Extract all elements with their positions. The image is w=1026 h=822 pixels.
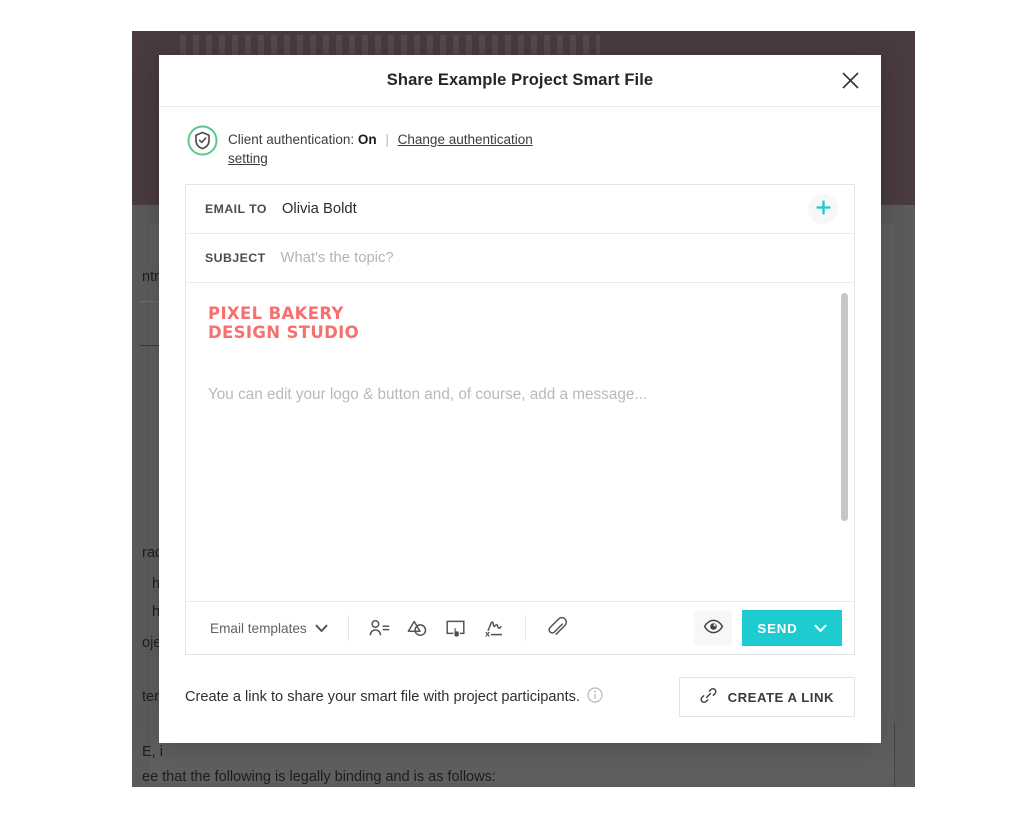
send-button-label: SEND xyxy=(757,620,798,636)
background-panel-divider xyxy=(894,723,895,787)
message-editor-content: PIXEL BAKERY DESIGN STUDIO You can edit … xyxy=(186,283,854,405)
contact-list-icon[interactable] xyxy=(361,611,399,645)
background-doc-line: E, i xyxy=(142,744,163,760)
modal-header: Share Example Project Smart File xyxy=(159,55,881,107)
send-button[interactable]: SEND xyxy=(742,610,842,646)
email-logo-line-2: DESIGN STUDIO xyxy=(208,322,360,342)
chevron-down-icon xyxy=(315,621,328,636)
email-to-row[interactable]: EMAIL TO Olivia Boldt xyxy=(186,185,854,234)
auth-label: Client authentication: xyxy=(228,132,355,147)
message-scrollbar-thumb[interactable] xyxy=(841,293,848,521)
share-smart-file-modal: Share Example Project Smart File Client … xyxy=(159,55,881,743)
auth-separator: | xyxy=(385,132,389,147)
email-logo-line-1: PIXEL BAKERY xyxy=(208,304,344,323)
email-logo[interactable]: PIXEL BAKERY DESIGN STUDIO xyxy=(208,304,830,342)
eye-icon xyxy=(703,616,724,640)
auth-status: On xyxy=(357,132,377,147)
email-templates-label: Email templates xyxy=(210,620,307,636)
background-doc-line: ee that the following is legally binding… xyxy=(142,769,496,785)
toolbar-divider xyxy=(347,615,349,641)
chevron-down-icon xyxy=(814,621,827,636)
subject-input[interactable]: What's the topic? xyxy=(281,250,838,266)
modal-body: Client authentication: On | Change authe… xyxy=(159,107,881,655)
info-icon[interactable] xyxy=(587,687,603,707)
create-a-link-button[interactable]: CREATE A LINK xyxy=(678,677,855,717)
link-chain-icon xyxy=(700,687,717,707)
subject-label: SUBJECT xyxy=(205,251,266,265)
attachment-paperclip-icon[interactable] xyxy=(538,611,576,645)
close-button[interactable] xyxy=(833,64,867,98)
shield-check-icon xyxy=(187,125,218,156)
preview-button[interactable] xyxy=(694,611,732,645)
approval-stamp-icon[interactable] xyxy=(437,611,475,645)
message-scrollbar[interactable] xyxy=(841,293,848,591)
screen: ntra rac he he oje ter E, i ee that the … xyxy=(0,0,1026,822)
background-top-band-texture xyxy=(180,35,600,57)
email-to-label: EMAIL TO xyxy=(205,202,267,216)
compose-toolbar: Email templates x SEND xyxy=(186,601,854,654)
compose-card: EMAIL TO Olivia Boldt SUBJECT What's the… xyxy=(185,184,855,655)
message-placeholder: You can edit your logo & button and, of … xyxy=(208,386,648,403)
plus-icon xyxy=(815,199,832,219)
subject-row[interactable]: SUBJECT What's the topic? xyxy=(186,234,854,283)
create-a-link-label: CREATE A LINK xyxy=(727,689,834,705)
client-authentication-text: Client authentication: On | Change authe… xyxy=(228,128,558,168)
client-authentication-row: Client authentication: On | Change authe… xyxy=(185,107,855,184)
markup-shapes-icon[interactable] xyxy=(399,611,437,645)
toolbar-divider xyxy=(524,615,526,641)
create-link-description: Create a link to share your smart file w… xyxy=(185,687,603,707)
create-link-description-text: Create a link to share your smart file w… xyxy=(185,689,581,705)
email-templates-dropdown[interactable]: Email templates xyxy=(202,616,336,641)
email-to-input[interactable]: Olivia Boldt xyxy=(282,201,808,217)
modal-footer: Create a link to share your smart file w… xyxy=(159,655,881,743)
svg-text:x: x xyxy=(485,629,491,638)
close-icon xyxy=(841,71,860,90)
signature-icon[interactable]: x xyxy=(475,611,513,645)
background-doc-line: ter xyxy=(142,689,159,705)
add-recipient-button[interactable] xyxy=(808,194,838,224)
message-editor[interactable]: PIXEL BAKERY DESIGN STUDIO You can edit … xyxy=(186,283,854,601)
page-title: Share Example Project Smart File xyxy=(386,71,654,89)
